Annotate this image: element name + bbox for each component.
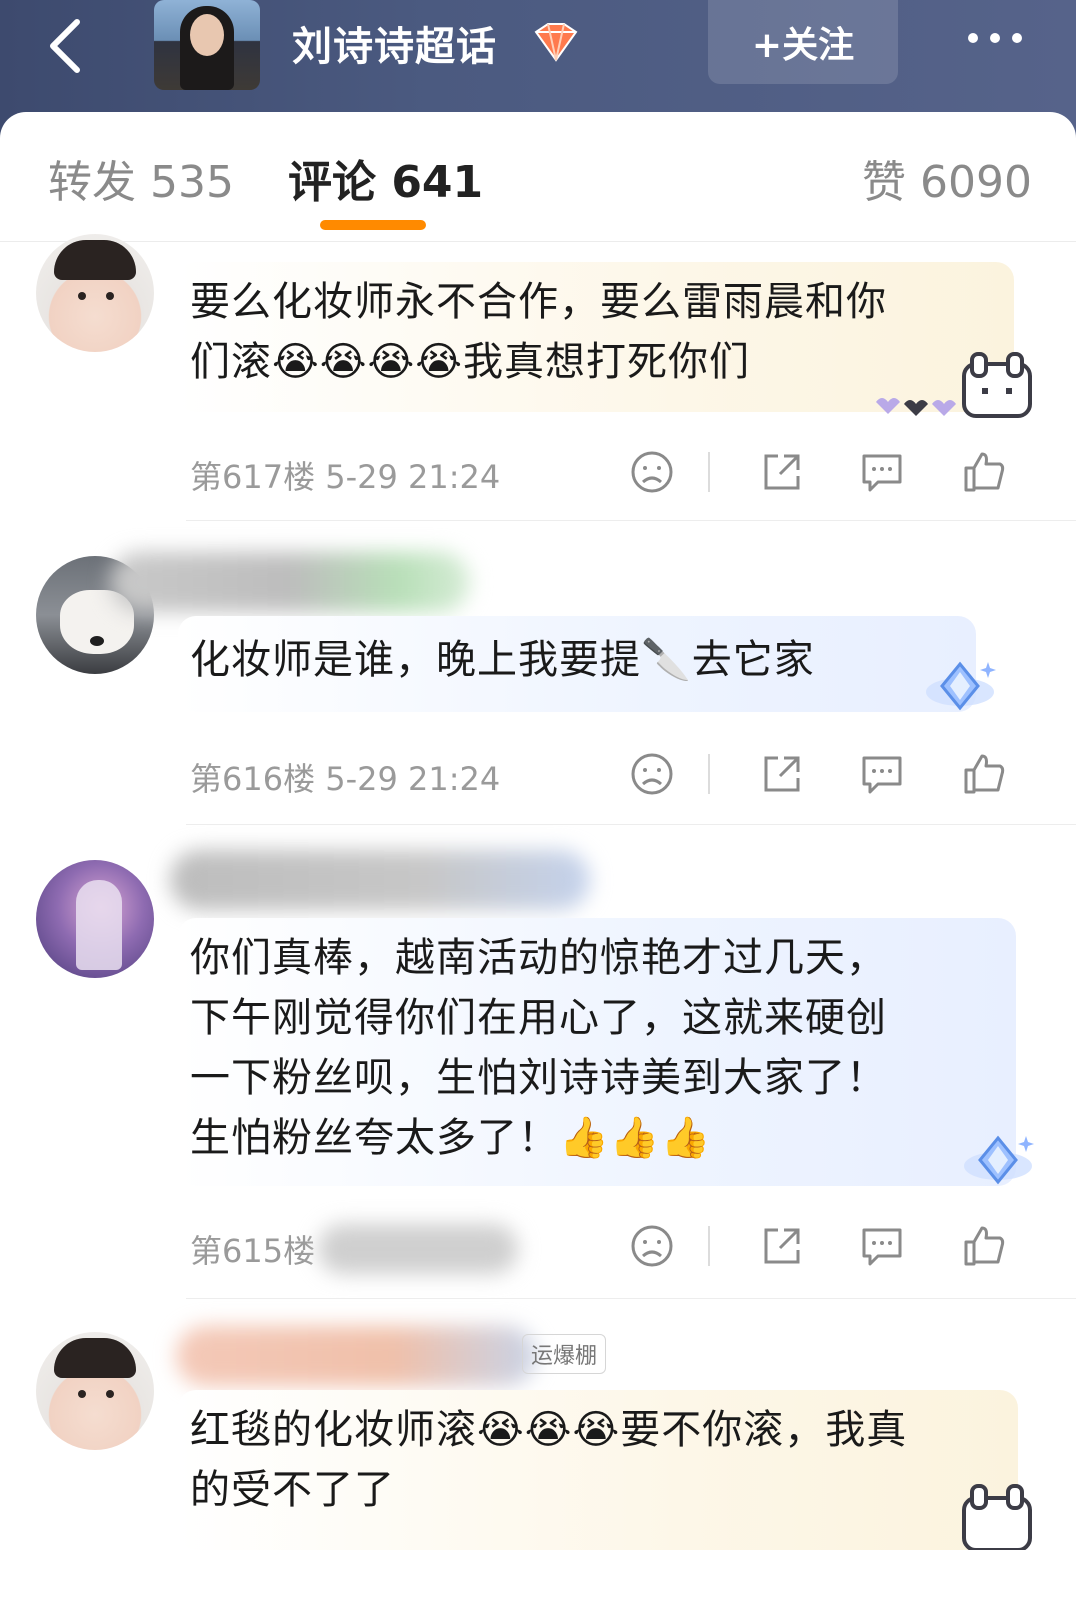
floor-timestamp: 第615楼 — [190, 1232, 316, 1270]
comment-actions — [620, 446, 1040, 506]
action-separator — [708, 452, 710, 492]
like-icon[interactable] — [958, 748, 1010, 800]
reply-icon[interactable] — [856, 1220, 908, 1272]
tab-repost[interactable]: 转发 535 — [48, 146, 234, 210]
back-button[interactable] — [30, 6, 100, 86]
floor-timestamp: 第616楼 5-29 21:24 — [190, 760, 501, 798]
topic-title[interactable]: 刘诗诗超话 — [292, 14, 497, 72]
blurred-username — [110, 552, 470, 612]
avatar[interactable] — [36, 1332, 154, 1450]
dislike-icon[interactable] — [626, 748, 678, 800]
topic-avatar[interactable] — [154, 0, 260, 90]
floor-timestamp: 第617楼 5-29 21:24 — [190, 458, 501, 496]
comment-text[interactable]: 你们真棒，越南活动的惊艳才过几天， 下午刚觉得你们在用心了，这就来硬创 一下粉丝… — [190, 928, 887, 1168]
avatar[interactable] — [36, 860, 154, 978]
comment-text[interactable]: 红毯的化妆师滚😭😭😭要不你滚，我真 的受不了了 — [190, 1400, 907, 1520]
share-icon[interactable] — [756, 1220, 808, 1272]
share-icon[interactable] — [756, 748, 808, 800]
tab-comments[interactable]: 评论 641 — [288, 146, 483, 210]
comment-text[interactable]: 要么化妆师永不合作，要么雷雨晨和你 们滚😭😭😭😭我真想打死你们 — [190, 272, 887, 392]
follow-button[interactable]: +关注 — [708, 0, 898, 84]
dislike-icon[interactable] — [626, 1220, 678, 1272]
bunny-sticker-icon — [876, 352, 1032, 418]
fan-badge: 运爆棚 — [522, 1334, 607, 1374]
avatar[interactable] — [36, 234, 154, 352]
comment-divider — [186, 824, 1076, 825]
dislike-icon[interactable] — [626, 446, 678, 498]
reply-icon[interactable] — [856, 446, 908, 498]
diamond-sticker-icon — [926, 661, 996, 711]
diamond-sticker-icon — [964, 1135, 1034, 1185]
back-chevron-icon — [50, 19, 80, 73]
comment-text[interactable]: 化妆师是谁，晚上我要提🔪去它家 — [190, 630, 815, 690]
more-dots-icon[interactable] — [950, 16, 1040, 60]
tab-bar: 转发 535 评论 641 赞 6090 — [0, 112, 1076, 242]
blurred-username — [170, 850, 590, 910]
tab-likes[interactable]: 赞 6090 — [862, 146, 1032, 210]
reply-icon[interactable] — [856, 748, 908, 800]
share-icon[interactable] — [756, 446, 808, 498]
comment-actions — [620, 1220, 1040, 1280]
comment-divider — [186, 520, 1076, 521]
topic-diamond-badge-icon — [534, 23, 578, 62]
action-separator — [708, 754, 710, 794]
comment-actions — [620, 748, 1040, 808]
active-tab-indicator — [320, 220, 426, 230]
like-icon[interactable] — [958, 446, 1010, 498]
bunny-sticker-icon — [962, 1484, 1032, 1550]
like-icon[interactable] — [958, 1220, 1010, 1272]
comment-divider — [186, 1298, 1076, 1299]
blurred-timestamp — [318, 1224, 518, 1274]
blurred-username — [176, 1326, 536, 1386]
action-separator — [708, 1226, 710, 1266]
